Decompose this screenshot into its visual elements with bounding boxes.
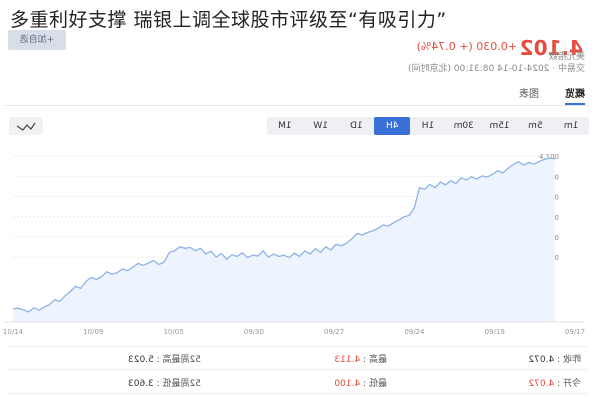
period-15m[interactable]: 15m	[482, 117, 518, 135]
x-tick-label: 09/17	[565, 328, 585, 336]
period-1d[interactable]: 1D	[339, 117, 375, 135]
x-tick-label: 10/14	[3, 328, 24, 336]
x-tick-label: 09/24	[404, 328, 425, 336]
tab-overview[interactable]: 概览	[565, 85, 585, 105]
add-watchlist-button[interactable]: +加自选	[8, 30, 66, 50]
quote-status: 交易中 · 2024-10-14 08:31:00 (北京时间)	[407, 64, 585, 74]
x-tick-label: 10/05	[163, 328, 183, 336]
price-line-chart: 4.1004.0504.0003.9503.9003.85010/1410/09…	[3, 153, 585, 336]
stat-prev-close: 昨收 : 4.072	[528, 355, 581, 365]
quote-change: +0.030 (+ 0.74%)	[416, 40, 517, 53]
stat-52w-high: 52周最高 : 5.023	[128, 355, 201, 365]
period-1m[interactable]: 1m	[553, 117, 589, 135]
stats-divider-bottom	[7, 393, 587, 394]
tab-chart[interactable]: 图表	[519, 85, 539, 105]
stat-high: 最高 : 4.113	[334, 355, 387, 365]
chart-type-toggle[interactable]	[9, 117, 43, 135]
x-tick-label: 09/30	[244, 328, 264, 336]
stats-divider-mid	[7, 369, 587, 370]
stat-low: 最低 : 4.100	[334, 379, 387, 389]
x-tick-label: 09/27	[324, 328, 344, 336]
tab-divider	[5, 105, 589, 106]
period-selector: 1m 5m 15m 30m 1H 4H 1D 1W 1M	[267, 117, 589, 135]
period-4h[interactable]: 4H	[374, 117, 411, 135]
stats-divider-top	[7, 346, 587, 347]
x-tick-label: 10/09	[83, 328, 103, 336]
price-area	[13, 158, 555, 322]
period-1mo[interactable]: 1M	[267, 117, 303, 135]
period-5m[interactable]: 5m	[517, 117, 553, 135]
mirrored-quote-panel: 4.102 +0.030 (+ 0.74%) 美元指数 交易中 · 2024-1…	[0, 0, 595, 400]
x-tick-label: 09/19	[485, 328, 505, 336]
line-chart-icon	[16, 122, 36, 131]
headline: 多重利好支撑 瑞银上调全球股市评级至“有吸引力”	[10, 9, 447, 31]
period-30m[interactable]: 30m	[446, 117, 482, 135]
stat-open: 今开 : 4.072	[528, 379, 581, 389]
period-1w[interactable]: 1W	[303, 117, 339, 135]
tab-bar: 概览 图表	[519, 85, 585, 105]
period-1h[interactable]: 1H	[410, 117, 446, 135]
stat-52w-low: 52周最低 : 3.603	[128, 379, 201, 389]
